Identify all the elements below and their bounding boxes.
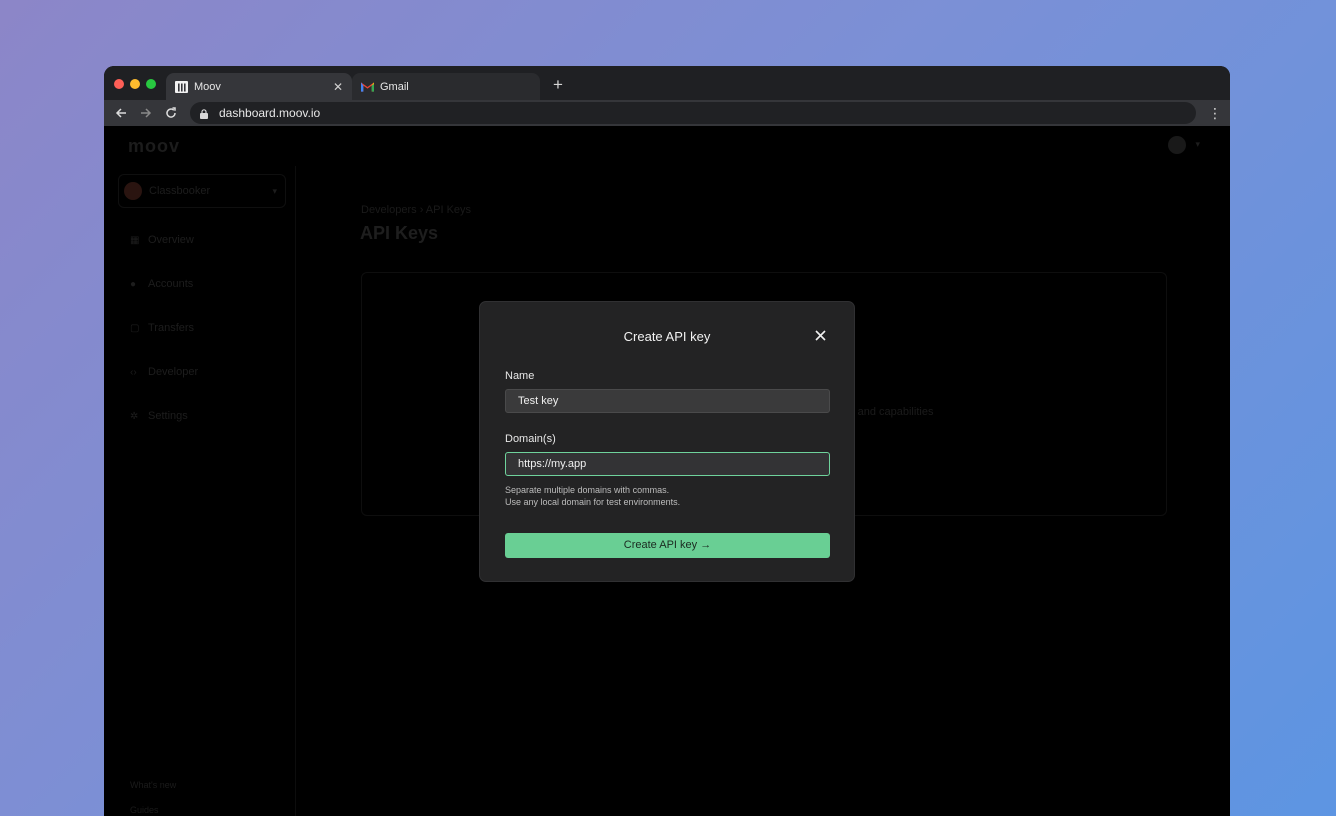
sidebar-item-label: Developer	[148, 366, 199, 378]
org-name: Classbooker	[149, 185, 211, 197]
sidebar: Classbooker ▾ ▦ Overview ● Accounts ▢ Tr…	[104, 166, 296, 816]
tab-close-icon[interactable]: ✕	[328, 80, 348, 94]
breadcrumb[interactable]: Developers › API Keys	[361, 204, 471, 216]
chevron-down-icon: ▾	[272, 185, 277, 196]
sidebar-item-label: Accounts	[148, 278, 194, 290]
forward-button[interactable]	[137, 104, 155, 122]
sidebar-item-overview[interactable]: ▦ Overview	[130, 234, 194, 246]
sidebar-item-label: Transfers	[148, 322, 195, 334]
user-icon: ●	[130, 278, 137, 290]
domain-label: Domain(s)	[505, 433, 556, 445]
sidebar-item-developer[interactable]: ‹› Developer	[130, 366, 198, 378]
browser-toolbar: dashboard.moov.io ⋮	[104, 100, 1230, 126]
reload-icon	[166, 107, 176, 118]
org-avatar	[124, 182, 142, 200]
lock-icon	[200, 107, 210, 119]
name-field[interactable]	[505, 389, 830, 413]
maximize-window-button[interactable]	[146, 79, 156, 89]
code-icon: ‹›	[130, 366, 137, 378]
close-icon[interactable]	[811, 326, 829, 344]
transfer-icon: ▢	[130, 322, 140, 334]
chevron-down-icon[interactable]: ▾	[1195, 139, 1200, 150]
moov-logo: moov	[128, 136, 181, 156]
page-title: API Keys	[360, 223, 439, 243]
sidebar-item-transfers[interactable]: ▢ Transfers	[130, 322, 194, 334]
whats-new-link[interactable]: What's new	[130, 780, 176, 790]
sidebar-item-label: Overview	[148, 234, 194, 246]
tab-title: Gmail	[380, 80, 409, 93]
modal-title: Create API key	[623, 329, 711, 344]
card-description: ts and capabilities	[846, 406, 934, 418]
reload-button[interactable]	[162, 104, 180, 122]
back-button[interactable]	[112, 104, 130, 122]
avatar[interactable]	[1168, 136, 1186, 154]
sidebar-item-accounts[interactable]: ● Accounts	[130, 278, 193, 290]
grid-icon: ▦	[130, 234, 140, 246]
moov-logo-icon	[175, 80, 188, 93]
name-label: Name	[505, 370, 535, 382]
help-line: Use any local domain for test environmen…	[505, 497, 681, 507]
tab-bar: Moov ✕ Gmail +	[104, 66, 1230, 100]
domain-field[interactable]	[505, 452, 830, 476]
new-tab-button[interactable]: +	[550, 75, 566, 95]
guides-link[interactable]: Guides	[130, 805, 159, 815]
address-bar[interactable]: dashboard.moov.io	[190, 102, 1196, 124]
tab-title: Moov	[194, 80, 221, 93]
create-api-key-button[interactable]: Create API key →	[505, 533, 830, 558]
tab-moov[interactable]: Moov ✕	[166, 73, 352, 100]
tab-gmail[interactable]: Gmail	[352, 73, 540, 100]
url-text: dashboard.moov.io	[219, 106, 321, 120]
gmail-logo-icon	[361, 80, 374, 93]
gear-icon: ✲	[130, 410, 139, 422]
org-switcher[interactable]: Classbooker ▾	[118, 174, 286, 208]
domain-help-text: Separate multiple domains with commas. U…	[505, 484, 680, 508]
browser-menu-icon[interactable]: ⋮	[1208, 104, 1222, 122]
help-line: Separate multiple domains with commas.	[505, 485, 670, 495]
arrow-right-icon	[141, 108, 152, 118]
close-window-button[interactable]	[114, 79, 124, 89]
sidebar-item-settings[interactable]: ✲ Settings	[130, 410, 188, 422]
minimize-window-button[interactable]	[130, 79, 140, 89]
arrow-left-icon	[115, 108, 126, 118]
sidebar-item-label: Settings	[148, 410, 188, 422]
create-api-key-modal: Create API key Name Domain(s) Separate m…	[479, 301, 855, 582]
